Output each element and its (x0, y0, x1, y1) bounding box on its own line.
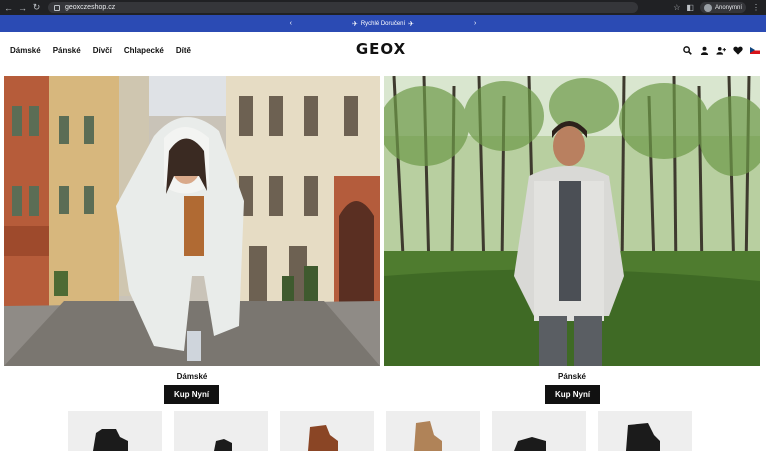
profile-button[interactable]: Anonymní (699, 2, 746, 13)
lock-icon (54, 4, 60, 11)
add-user-icon[interactable] (716, 45, 726, 55)
chevron-right-icon[interactable]: › (474, 20, 476, 27)
nav-item-chlapecke[interactable]: Chlapecké (124, 46, 164, 55)
reload-icon[interactable]: ↻ (31, 2, 42, 13)
nav-item-damske[interactable]: Dámské (10, 46, 41, 55)
product-tile[interactable] (598, 411, 692, 451)
user-icon[interactable] (699, 45, 709, 55)
shop-now-men-button[interactable]: Kup Nyní (545, 385, 600, 404)
main-nav: Dámské Pánské Dívčí Chlapecké Dítě (10, 46, 191, 55)
product-tile[interactable] (386, 411, 480, 451)
airplane-icon: ✈ (408, 20, 415, 28)
address-bar[interactable]: geoxczeshop.cz (48, 2, 638, 13)
heart-icon[interactable] (733, 45, 743, 55)
hero-women-image[interactable] (4, 76, 380, 366)
product-tile[interactable] (492, 411, 586, 451)
nav-item-dite[interactable]: Dítě (176, 46, 191, 55)
hero-men-image[interactable] (384, 76, 760, 366)
back-icon[interactable]: ← (3, 2, 14, 13)
category-label-women: Dámské (176, 372, 208, 381)
product-tile[interactable] (174, 411, 268, 451)
product-tile[interactable] (280, 411, 374, 451)
promo-bar: ‹ ✈ Rychlé Doručení ✈ › (0, 15, 766, 32)
forward-icon[interactable]: → (17, 2, 28, 13)
nav-item-panske[interactable]: Pánské (53, 46, 81, 55)
menu-dots-icon[interactable]: ⋮ (752, 3, 760, 12)
promo-text: Rychlé Doručení (360, 20, 406, 27)
nav-item-divci[interactable]: Dívčí (93, 46, 112, 55)
product-carousel (68, 411, 692, 451)
avatar (703, 3, 712, 12)
url-text: geoxczeshop.cz (65, 4, 116, 11)
chevron-left-icon[interactable]: ‹ (290, 20, 292, 27)
flag-cz-icon[interactable] (750, 46, 760, 54)
logo[interactable]: GEOX (345, 42, 417, 57)
sidepanel-icon[interactable]: ◧ (686, 3, 694, 12)
search-icon[interactable] (682, 45, 692, 55)
star-icon[interactable]: ☆ (673, 3, 680, 12)
site-header: Dámské Pánské Dívčí Chlapecké Dítě GEOX (0, 32, 766, 76)
profile-label: Anonymní (714, 4, 742, 11)
product-tile[interactable] (68, 411, 162, 451)
browser-toolbar: ← → ↻ geoxczeshop.cz ☆ ◧ Anonymní ⋮ (0, 0, 766, 15)
shop-now-women-button[interactable]: Kup Nyní (164, 385, 219, 404)
category-label-men: Pánské (557, 372, 587, 381)
airplane-icon: ✈ (351, 20, 358, 28)
